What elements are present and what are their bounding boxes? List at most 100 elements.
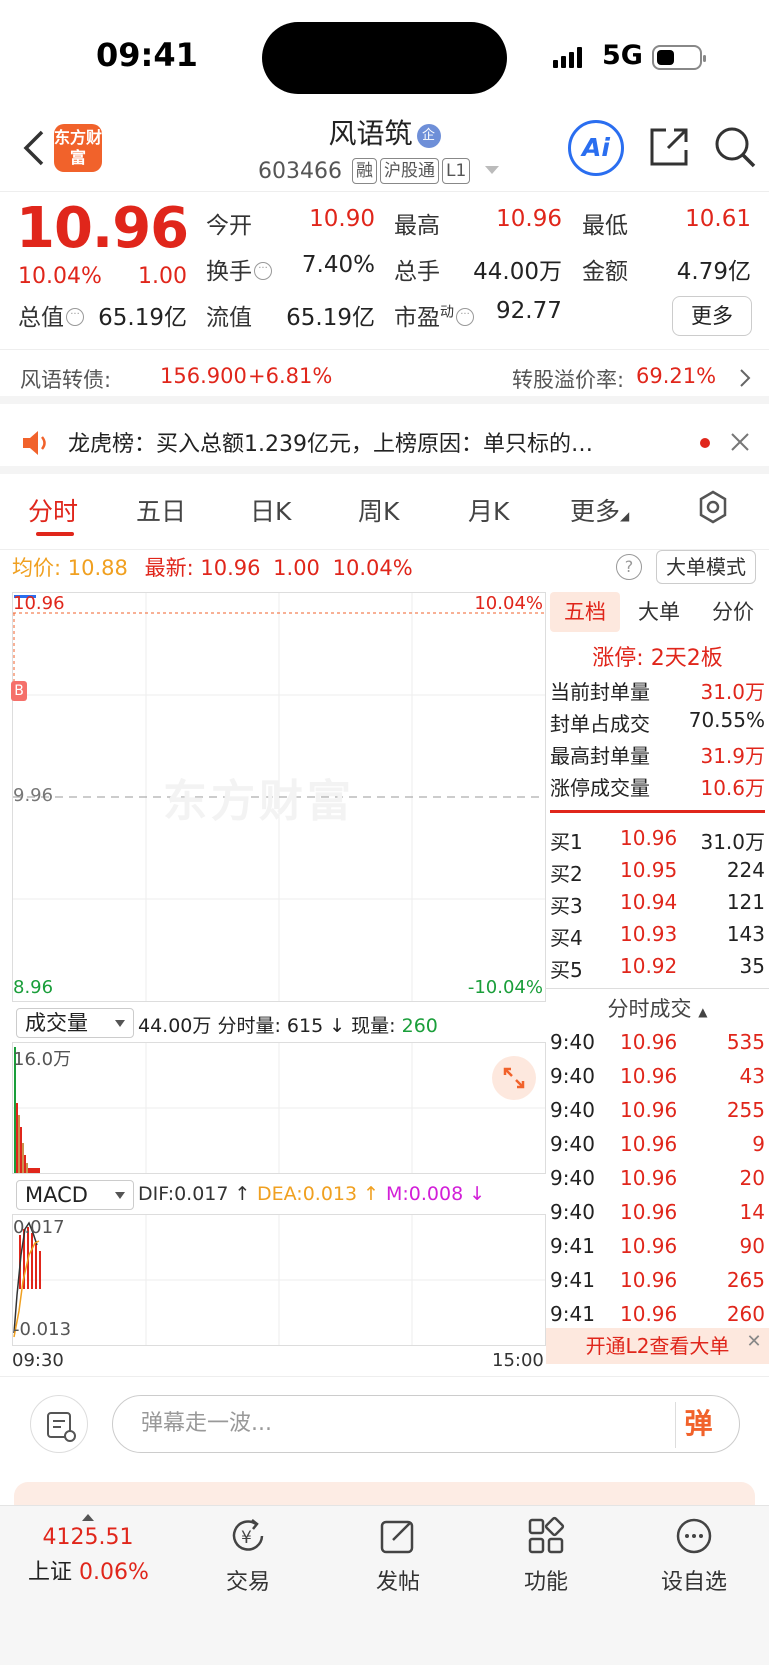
indicator-selector-macd[interactable]: MACD xyxy=(16,1180,134,1210)
axis-bottom-pct: -10.04% xyxy=(467,977,543,998)
share-icon[interactable] xyxy=(646,124,692,170)
bond-pct: +6.81% xyxy=(248,364,333,388)
last-label: 最新: xyxy=(144,556,194,580)
ai-button[interactable]: Ai xyxy=(568,120,624,176)
tab-intraday[interactable]: 分时 xyxy=(28,492,78,528)
macd-dif: DIF:0.017 ↑ xyxy=(138,1183,251,1205)
volume-axis-max: 16.0万 xyxy=(13,1049,72,1070)
tab-5day[interactable]: 五日 xyxy=(136,492,186,528)
tab-monthly-k[interactable]: 月K xyxy=(468,492,509,528)
bond-label: 风语转债: xyxy=(20,368,112,392)
last-change: 1.00 xyxy=(273,556,320,580)
stock-header: 东方财富 风语筑企 603466 融沪股通 L1 Ai xyxy=(0,112,769,192)
unread-dot-icon xyxy=(700,438,710,448)
big-order-mode-button[interactable]: 大单模式 xyxy=(656,550,756,584)
gear-icon[interactable] xyxy=(696,490,730,524)
stock-name: 风语筑 xyxy=(328,117,413,150)
search-icon[interactable] xyxy=(712,124,758,170)
bottom-tab-bar: 4125.51 上证 0.06% ¥ 交易 发帖 功能 设自选 xyxy=(0,1505,769,1665)
pe-value: 92.77 xyxy=(496,298,562,324)
l2-upgrade-banner[interactable]: 开通L2查看大单 ✕ xyxy=(546,1328,769,1364)
danmu-icon[interactable]: 弹 xyxy=(675,1402,721,1448)
high-label: 最高 xyxy=(394,213,440,239)
pe-label[interactable]: 市盈动 ··· xyxy=(394,298,474,332)
expand-chart-button[interactable] xyxy=(492,1056,536,1100)
notice-text: 龙虎榜：买入总额1.239亿元，上榜原因：单只标的… xyxy=(68,432,593,457)
tab-functions-label: 功能 xyxy=(523,1570,568,1595)
panel-tabs: 五档 大单 分价 xyxy=(546,592,769,636)
amount-value: 4.79亿 xyxy=(676,259,751,285)
index-ticker[interactable]: 4125.51 上证 0.06% xyxy=(28,1514,149,1586)
status-bar: 09:41 5G xyxy=(0,0,769,112)
more-dots-icon: ··· xyxy=(254,262,272,280)
axis-mid-price: 9.96 xyxy=(13,785,54,806)
low-label: 最低 xyxy=(582,213,628,239)
help-icon[interactable]: ? xyxy=(616,554,642,580)
turnover-label[interactable]: 换手 ··· xyxy=(206,252,272,286)
time-axis-end: 15:00 xyxy=(492,1350,544,1371)
tab-functions[interactable]: 功能 xyxy=(486,1516,606,1596)
tab-add-watchlist[interactable]: 设自选 xyxy=(634,1516,754,1596)
tab-big-orders[interactable]: 大单 xyxy=(624,592,694,632)
comment-bar: 弹幕走一波... 弹 xyxy=(0,1376,769,1472)
intraday-price-chart[interactable]: 东方财富 10.96 10.04% 9.96 8.96 -10.04% B xyxy=(11,592,546,1002)
volume-header: 成交量 44.00万 分时量: 615 ↓ 现量: 260 xyxy=(12,1006,546,1040)
market-cap-value: 65.19亿 xyxy=(98,305,187,331)
limit-up-status: 涨停: 2天2板 xyxy=(592,646,723,671)
tab-price-dist[interactable]: 分价 xyxy=(698,592,768,632)
tag-margin: 融 xyxy=(351,158,377,184)
time-axis-start: 09:30 xyxy=(12,1350,64,1371)
tab-trade-label: 交易 xyxy=(225,1570,270,1595)
tab-weekly-k[interactable]: 周K xyxy=(358,492,399,528)
avg-label: 均价: xyxy=(12,556,62,580)
notice-banner[interactable]: 龙虎榜：买入总额1.239亿元，上榜原因：单只标的… xyxy=(0,412,769,474)
network-label: 5G xyxy=(602,40,643,71)
volume-chart[interactable]: 16.0万 xyxy=(12,1042,546,1174)
macd-axis-min: -0.013 xyxy=(13,1319,72,1340)
order-book-panel: 五档 大单 分价 涨停: 2天2板 当前封单量 31.0万 封单占成交 70.55%… xyxy=(546,592,769,1364)
convertible-bond-row[interactable]: 风语转债: 156.900 +6.81% 转股溢价率: 69.21% xyxy=(0,350,769,404)
tab-five-levels[interactable]: 五档 xyxy=(550,592,620,632)
low-value: 10.61 xyxy=(685,206,751,232)
change-amount: 1.00 xyxy=(138,264,187,289)
float-cap-label: 流值 xyxy=(206,305,252,331)
axis-top-pct: 10.04% xyxy=(474,593,543,614)
note-settings-button[interactable] xyxy=(30,1395,88,1453)
indicator-selector-volume[interactable]: 成交量 xyxy=(16,1008,134,1038)
quote-panel: 10.96 10.04% 1.00 今开 10.90 最高 10.96 最低 1… xyxy=(0,192,769,350)
change-percent: 10.04% xyxy=(18,264,102,289)
more-dots-icon: ··· xyxy=(66,308,84,326)
yen-refresh-icon: ¥ xyxy=(232,1519,264,1551)
chevron-down-icon xyxy=(115,1020,125,1027)
more-dots-icon: ··· xyxy=(456,308,474,326)
high-value: 10.96 xyxy=(496,206,562,232)
dynamic-island xyxy=(262,22,507,94)
speaker-icon xyxy=(23,431,46,455)
buy-marker[interactable]: B xyxy=(11,681,27,701)
chevron-right-icon xyxy=(740,369,751,387)
close-icon[interactable]: ✕ xyxy=(743,1332,765,1354)
close-icon[interactable] xyxy=(730,432,750,452)
premium-value: 69.21% xyxy=(636,364,717,388)
edit-icon xyxy=(380,1520,414,1554)
tab-more[interactable]: 更多◢ xyxy=(570,492,629,528)
tab-trade[interactable]: ¥ 交易 xyxy=(188,1516,308,1596)
chevron-up-icon: ▲ xyxy=(698,1005,708,1019)
last-pct: 10.04% xyxy=(332,556,413,580)
more-button[interactable]: 更多 xyxy=(672,296,752,336)
expand-icon xyxy=(503,1067,525,1089)
clock: 09:41 xyxy=(96,36,198,74)
tab-post[interactable]: 发帖 xyxy=(338,1516,458,1596)
note-icon xyxy=(47,1412,76,1442)
market-cap-label[interactable]: 总值 ··· xyxy=(18,298,84,332)
tab-underline xyxy=(36,532,74,536)
macd-header: MACD DIF:0.017 ↑ DEA:0.013 ↑ M:0.008 ↓ xyxy=(12,1178,546,1212)
more-circle-icon xyxy=(676,1518,712,1554)
stock-code-line[interactable]: 603466 融沪股通 L1 xyxy=(258,158,500,184)
ticks-header[interactable]: 分时成交 ▲ xyxy=(546,988,769,1023)
volume-chart-grid xyxy=(13,1043,545,1173)
macd-chart[interactable]: 0.017 -0.013 xyxy=(12,1214,546,1346)
period-tabs: 分时 五日 日K 周K 月K 更多◢ xyxy=(0,474,769,550)
tab-daily-k[interactable]: 日K xyxy=(250,492,291,528)
danmu-input[interactable]: 弹幕走一波... 弹 xyxy=(112,1395,740,1453)
